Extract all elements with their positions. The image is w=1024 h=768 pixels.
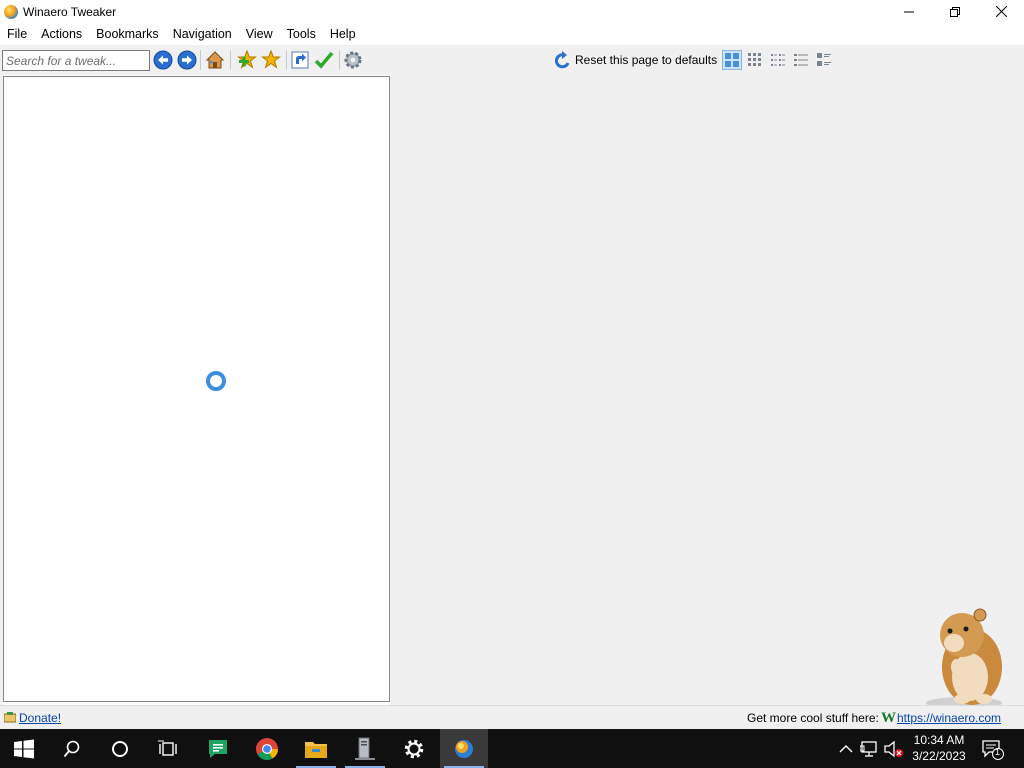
task-view-button[interactable] [144,729,192,768]
home-button[interactable] [205,50,225,70]
donate-icon [4,712,16,723]
network-icon [860,741,877,757]
close-icon [995,6,1007,17]
notification-icon [982,740,1004,760]
large-icons-view-button[interactable] [722,50,742,70]
donate-link[interactable]: Donate! [19,711,61,725]
show-hidden-icons-icon [839,745,853,753]
notification-count-badge: 1 [995,747,1001,757]
status-bar: Donate! Get more cool stuff here: W http… [0,705,1024,729]
loading-spinner-icon [206,371,226,391]
toolbar-separator [286,50,287,70]
title-bar: Winaero Tweaker [0,0,1024,23]
shortcut-icon [291,51,309,69]
restore-button[interactable] [932,0,978,23]
menu-bookmarks[interactable]: Bookmarks [89,23,166,45]
minimize-button[interactable] [886,0,932,23]
taskbar: 10:34 AM 3/22/2023 1 [0,729,1024,768]
tweak-details-area [390,75,1024,709]
reset-page-label: Reset this page to defaults [575,53,718,67]
winaero-site-link[interactable]: https://winaero.com [897,711,1001,725]
menu-navigation[interactable]: Navigation [166,23,239,45]
back-icon [153,50,173,70]
large-icons-view-icon [725,53,739,67]
menu-view[interactable]: View [239,23,280,45]
file-explorer-button[interactable] [292,729,340,768]
file-explorer-icon [305,741,327,758]
restore-icon [950,6,960,17]
server-app-button[interactable] [341,729,389,768]
start-icon [14,739,34,758]
winaero-logo: W [881,710,896,726]
system-clock[interactable]: 10:34 AM 3/22/2023 [904,732,974,764]
show-hidden-icons-button[interactable] [836,739,856,759]
minimize-icon [904,11,914,12]
server-app-icon [355,737,375,760]
forward-button[interactable] [177,50,197,70]
volume-button[interactable] [884,739,904,759]
start-button[interactable] [0,729,48,768]
window-title: Winaero Tweaker [23,4,117,19]
network-button[interactable] [860,739,880,759]
close-button[interactable] [978,0,1024,23]
menu-file[interactable]: File [0,23,34,45]
small-icons-view-icon [748,53,761,66]
chat-app-button[interactable] [194,729,242,768]
forward-icon [177,50,197,70]
menu-tools[interactable]: Tools [280,23,323,45]
search-icon [63,740,80,757]
volume-muted-icon [884,740,903,758]
shortcut-button[interactable] [290,50,310,70]
search-input[interactable] [2,50,150,71]
chrome-button[interactable] [243,729,291,768]
task-view-icon [158,740,177,756]
action-center-button[interactable]: 1 [980,738,1004,760]
small-icons-view-button[interactable] [745,50,765,70]
settings-icon [344,51,362,69]
tiles-view-button[interactable] [814,50,834,70]
menu-actions[interactable]: Actions [34,23,89,45]
add-bookmark-icon [237,50,257,69]
tiles-view-icon [817,53,831,66]
taskbar-search-button[interactable] [48,729,96,768]
toolbar: Reset this page to defaults [0,45,1024,75]
hamster-mascot-icon [926,608,1002,709]
reset-icon [555,51,570,69]
bookmarks-button[interactable] [261,50,281,70]
winaero-tweaker-icon [455,739,473,758]
details-view-icon [794,54,808,66]
home-icon [205,51,225,69]
list-view-icon [771,54,785,66]
back-button[interactable] [153,50,173,70]
toolbar-separator [230,50,231,70]
cortana-button[interactable] [96,729,144,768]
chat-app-icon [209,739,227,758]
list-view-button[interactable] [768,50,788,70]
winaero-tweaker-taskbar-button[interactable] [440,729,488,768]
menu-bar: File Actions Bookmarks Navigation View T… [0,23,1024,45]
add-bookmark-button[interactable] [237,50,257,70]
details-view-button[interactable] [791,50,811,70]
tweak-tree-panel[interactable] [3,76,390,702]
reset-page-button[interactable]: Reset this page to defaults [555,50,717,70]
settings-icon [404,739,424,758]
cool-stuff-label: Get more cool stuff here: [747,711,879,725]
winaero-app-icon [4,4,18,19]
chrome-icon [256,737,278,760]
clock-time: 10:34 AM [913,733,965,747]
apply-button[interactable] [314,50,334,70]
settings-app-button[interactable] [390,729,438,768]
settings-button[interactable] [343,50,363,70]
toolbar-separator [200,50,201,70]
menu-help[interactable]: Help [323,23,363,45]
toolbar-separator [339,50,340,70]
window-controls [886,0,1024,23]
bookmarks-icon [261,50,281,69]
apply-icon [314,51,334,69]
cortana-icon [112,740,128,757]
clock-date: 3/22/2023 [912,749,966,763]
